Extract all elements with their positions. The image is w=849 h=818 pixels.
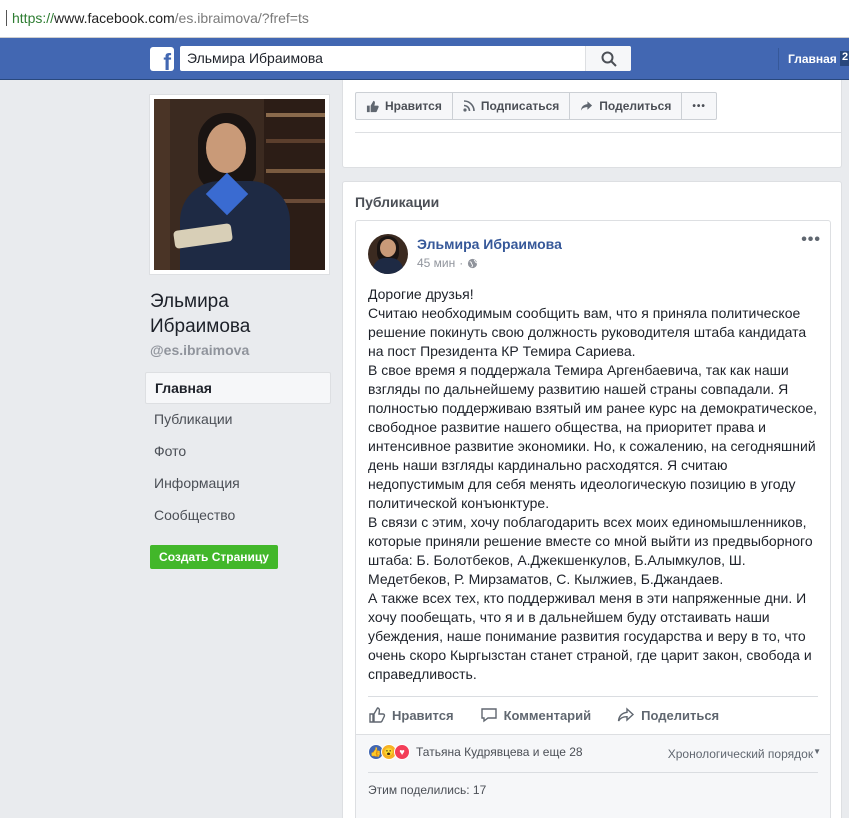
comment-order-label: Хронологический порядок [667,747,814,761]
post-share-label: Поделиться [641,707,720,723]
love-reaction-icon: ♥ [394,744,410,760]
footer-divider [368,772,818,773]
topbar-divider [778,48,779,70]
share-page-label: Поделиться [599,99,672,113]
home-link[interactable]: Главная [788,52,837,66]
post-timestamp[interactable]: 45 мин · [417,256,478,270]
comment-label: Комментарий [503,707,592,723]
card-divider [355,132,841,133]
post-options-icon[interactable]: ••• [801,231,821,249]
nav-item-photos[interactable]: Фото [145,436,331,468]
post-author[interactable]: Эльмира Ибраимова [417,236,562,252]
nav-item-home[interactable]: Главная [145,372,331,404]
follow-label: Подписаться [480,99,560,113]
comment-order-dropdown[interactable]: Хронологический порядок▼ [668,747,821,761]
reactions-summary[interactable]: 👍 😮 ♥ Татьяна Кудрявцева и еще 28 [368,744,583,760]
publications-card: Публикации Эльмира Ибраимова 45 мин · ••… [342,181,842,818]
post-time-label: 45 мин [417,256,456,270]
share-outline-icon [617,707,635,722]
post-like-button[interactable]: Нравится [368,701,454,729]
comment-button[interactable]: Комментарий [480,701,592,729]
create-page-button[interactable]: Создать Страницу [150,545,278,569]
search-box[interactable]: Эльмира Ибраимова [180,46,631,71]
more-actions-button[interactable]: ••• [682,93,716,119]
page-navigation: Главная Публикации Фото Информация Сообщ… [145,372,331,532]
profile-picture[interactable] [149,94,330,275]
shares-count[interactable]: Этим поделились: 17 [368,783,486,797]
browser-address-bar[interactable]: https://www.facebook.com/es.ibraimova/?f… [0,0,849,38]
page-action-buttons: Нравится Подписаться Поделиться ••• [355,92,717,120]
url-protocol: https:// [12,10,55,26]
comment-icon [480,708,497,723]
like-page-label: Нравится [385,99,442,113]
post-footer: 👍 😮 ♥ Татьяна Кудрявцева и еще 28 Хронол… [356,734,830,818]
more-dots-icon: ••• [692,100,706,112]
url-path: /es.ibraimova/?fref=ts [174,10,309,26]
notification-badge[interactable]: 2 [840,51,849,66]
rss-icon [463,100,475,112]
facebook-top-bar: f Эльмира Ибраимова Главная 2 [0,38,849,80]
reactions-names: Татьяна Кудрявцева и еще 28 [416,745,583,759]
search-icon [601,51,617,67]
profile-photo [154,99,325,270]
nav-item-posts[interactable]: Публикации [145,404,331,436]
post-like-label: Нравится [392,707,454,723]
nav-item-community[interactable]: Сообщество [145,500,331,532]
post-action-bar: Нравится Комментарий Поделиться [368,701,745,729]
search-button[interactable] [585,46,631,71]
address-caret [6,10,7,26]
facebook-logo-icon[interactable]: f [150,47,174,71]
thumbs-up-outline-icon [369,707,386,723]
address-url[interactable]: https://www.facebook.com/es.ibraimova/?f… [12,10,309,26]
post: Эльмира Ибраимова 45 мин · ••• Дорогие д… [355,220,831,818]
caret-down-icon: ▼ [813,747,821,756]
globe-icon [468,258,478,268]
page-actions-card: Нравится Подписаться Поделиться ••• [342,80,842,168]
page-title: Эльмира Ибраимова [150,291,251,337]
url-host: www.facebook.com [54,10,175,26]
page-handle[interactable]: @es.ibraimova [150,342,249,358]
avatar[interactable] [368,234,408,274]
search-input[interactable]: Эльмира Ибраимова [187,50,323,66]
share-page-button[interactable]: Поделиться [570,93,683,119]
share-arrow-icon [581,101,593,111]
thumbs-up-icon [366,100,379,112]
publications-title: Публикации [355,194,440,210]
post-text: Дорогие друзья! Считаю необходимым сообщ… [368,286,818,682]
post-share-button[interactable]: Поделиться [617,701,719,729]
like-page-button[interactable]: Нравится [356,93,453,119]
follow-button[interactable]: Подписаться [453,93,571,119]
dot-separator: · [459,256,464,270]
nav-item-about[interactable]: Информация [145,468,331,500]
post-divider [368,696,818,697]
logo-letter: f [163,49,171,72]
